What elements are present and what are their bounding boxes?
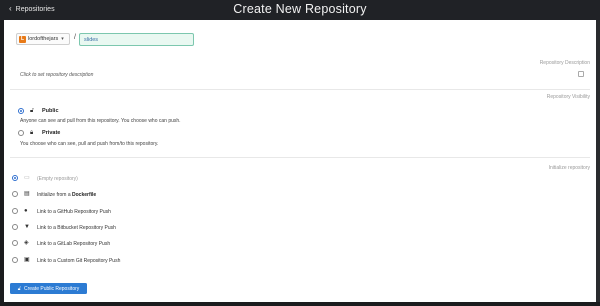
divider	[10, 89, 590, 90]
radio-visibility-public[interactable]	[18, 108, 24, 114]
visibility-private-title: Private	[42, 130, 61, 136]
divider	[10, 157, 590, 158]
create-repository-button[interactable]: 🔓︎ Create Public Repository	[10, 283, 87, 294]
init-empty-label: (Empty repository)	[37, 176, 78, 182]
gitlab-icon: ◈	[24, 240, 29, 246]
radio-init-gitlab[interactable]	[12, 240, 18, 246]
unlock-icon: 🔓︎	[30, 108, 34, 114]
bitbucket-icon: ▼	[24, 224, 30, 230]
page-title: Create New Repository	[233, 2, 367, 16]
unlock-icon: 🔓︎	[17, 285, 21, 292]
visibility-public-title: Public	[42, 108, 59, 114]
radio-init-github[interactable]	[12, 208, 18, 214]
create-button-label: Create Public Repository	[23, 285, 80, 292]
description-section-label: Repository Description	[539, 60, 590, 66]
repository-name-input[interactable]	[79, 33, 194, 46]
git-icon: ▣	[24, 257, 30, 263]
init-dockerfile-prefix: Initialize from a	[37, 192, 73, 198]
app-window: ‹ Repositories Create New Repository L l…	[0, 0, 600, 306]
init-bitbucket-label: Link to a Bitbucket Repository Push	[37, 225, 116, 231]
radio-init-custom-git[interactable]	[12, 257, 18, 263]
description-editable[interactable]: Click to set repository description	[20, 72, 93, 78]
lock-icon: 🔒︎	[30, 130, 34, 136]
radio-init-dockerfile[interactable]	[12, 191, 18, 197]
visibility-private-description: You choose who can see, pull and push fr…	[20, 141, 159, 147]
radio-init-empty[interactable]	[12, 175, 18, 181]
init-gitlab-label: Link to a GitLab Repository Push	[37, 241, 111, 247]
bottom-edge	[0, 302, 600, 306]
radio-visibility-private[interactable]	[18, 130, 24, 136]
caret-down-icon: ▾	[61, 36, 64, 42]
init-github-label: Link to a GitHub Repository Push	[37, 209, 111, 215]
namespace-label: lordofthejars	[28, 36, 59, 42]
init-custom-git-label: Link to a Custom Git Repository Push	[37, 258, 121, 264]
init-dockerfile-bold: Dockerfile	[72, 192, 97, 198]
namespace-dropdown[interactable]: L lordofthejars ▾	[16, 33, 70, 45]
github-icon: ●	[24, 208, 28, 214]
init-dockerfile-label: Initialize from a Dockerfile	[37, 192, 96, 198]
inbox-icon: ▭	[24, 175, 30, 181]
scrollbar-track	[596, 20, 600, 302]
path-separator: /	[74, 34, 76, 41]
initialize-section-label: Initialize repository	[548, 165, 590, 171]
file-icon: ▤	[24, 191, 30, 197]
namespace-avatar: L	[19, 35, 26, 43]
visibility-section-label: Repository Visibility	[546, 94, 590, 100]
page-header: ‹ Repositories Create New Repository	[0, 0, 600, 20]
radio-init-bitbucket[interactable]	[12, 224, 18, 230]
edit-description-icon[interactable]	[578, 71, 584, 77]
visibility-public-description: Anyone can see and pull from this reposi…	[20, 118, 181, 124]
